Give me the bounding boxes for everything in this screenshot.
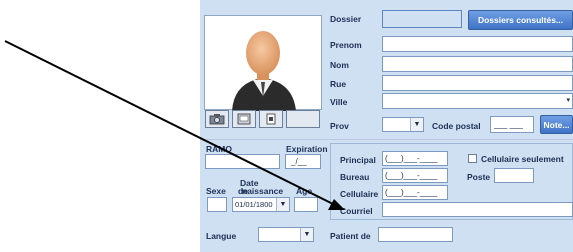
rue-field[interactable] [382,75,573,91]
ramq-field[interactable] [205,154,280,169]
expiration-value: _/__ [291,157,307,166]
principal-phone-value: (___)___-____ [385,154,438,163]
dossier-field[interactable] [382,10,462,28]
dossier-label: Dossier [330,14,362,24]
bureau-phone-field[interactable]: (___)___-____ [382,168,448,183]
chevron-down-icon: ▼ [410,118,423,131]
divider [200,139,573,140]
cellulaire-seulement-checkbox[interactable] [468,154,477,163]
prov-label: Prov [330,121,349,131]
avatar-icon [232,31,296,111]
date-naissance-select[interactable]: 01/01/1800 ▼ [232,197,290,212]
chevron-down-icon: ▼ [300,228,313,241]
date-naissance-line2b: naissance [242,186,284,196]
poste-field[interactable] [494,168,534,183]
ville-field[interactable]: ▾ [382,93,573,109]
age-label: Age [296,186,313,196]
document-icon [266,113,276,125]
courriel-field[interactable] [382,202,573,217]
prenom-field[interactable] [382,36,573,52]
rue-label: Rue [330,79,347,89]
patient-de-field[interactable] [378,227,453,242]
code-postal-field[interactable]: ___ ___ [490,116,534,133]
nom-field[interactable] [382,56,573,72]
ramq-label: RAMQ [206,144,232,154]
poste-label: Poste [467,172,491,182]
expiration-field[interactable]: _/__ [285,154,321,169]
document-button[interactable] [259,110,283,128]
ville-dropdown-icon[interactable]: ▾ [566,96,570,104]
langue-label: Langue [206,231,237,241]
photo-frame [204,15,322,111]
scanner-icon [237,113,251,125]
courriel-label: Courriel [340,206,373,216]
cellulaire-phone-field[interactable]: (___)___-____ [382,185,448,200]
patient-de-label: Patient de [330,231,371,241]
date-naissance-value: 01/01/1800 [235,200,273,209]
bureau-phone-value: (___)___-____ [385,171,438,180]
nom-label: Nom [330,60,349,70]
sexe-field[interactable] [207,197,227,212]
sexe-label: Sexe [206,186,226,196]
camera-button[interactable] [205,110,229,128]
age-field[interactable] [294,197,318,212]
expiration-label: Expiration [286,144,328,154]
note-button[interactable]: Note... [540,115,573,134]
cellulaire-seulement-label: Cellulaire seulement [481,154,564,164]
ville-label: Ville [330,97,348,107]
langue-select[interactable]: ▼ [258,227,314,242]
cellulaire-phone-value: (___)___-____ [385,188,438,197]
bureau-label: Bureau [340,172,370,182]
cellulaire-label: Cellulaire [340,189,379,199]
chevron-down-icon: ▼ [276,198,289,211]
blank-button[interactable] [286,110,320,128]
code-postal-label: Code postal [432,121,481,131]
scan-button[interactable] [232,110,256,128]
camera-icon [209,114,225,125]
principal-phone-field[interactable]: (___)___-____ [382,151,448,166]
principal-label: Principal [340,155,376,165]
code-postal-value: ___ ___ [494,120,523,129]
dossiers-consultes-button[interactable]: Dossiers consultés... [468,10,573,30]
prenom-label: Prenom [330,40,362,50]
prov-select[interactable]: ▼ [382,117,424,132]
